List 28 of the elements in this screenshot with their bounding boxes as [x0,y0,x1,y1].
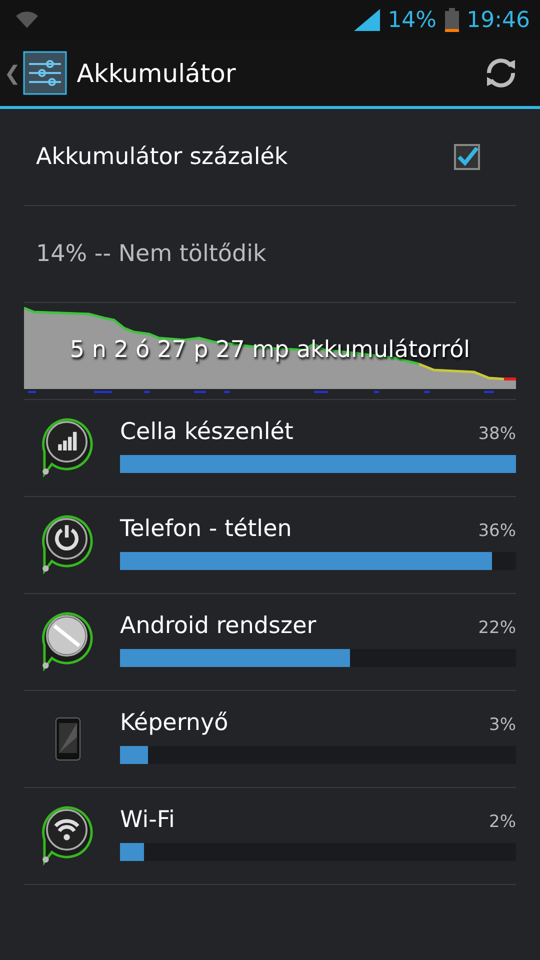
wifi-unknown-icon [16,11,38,29]
app-name: Android rendszer [120,613,316,639]
usage-row[interactable]: Wi-Fi 2% [24,788,516,885]
battery-icon [444,8,459,32]
usage-row[interactable]: Képernyő 3% [24,691,516,788]
settings-sliders-icon[interactable] [22,51,67,95]
usage-row[interactable]: Android rendszer 22% [24,594,516,691]
usage-percent: 3% [489,715,516,735]
usage-percent: 2% [489,812,516,832]
battery-percent: 14% [388,8,437,32]
usage-row[interactable]: Telefon - tétlen 36% [24,497,516,594]
app-name: Képernyő [120,710,228,736]
app-name: Telefon - tétlen [120,516,292,542]
signal-icon [354,9,380,31]
screen-title: Akkumulátor [76,58,237,88]
checkbox[interactable] [454,144,480,170]
back-caret[interactable]: ❮ [4,61,21,85]
app-name: Cella készenlét [120,419,294,445]
refresh-icon[interactable] [484,56,518,90]
usage-percent: 38% [478,424,516,444]
usage-percent: 22% [478,618,516,638]
phone-icon [55,717,81,761]
usage-percent: 36% [478,521,516,541]
usage-row[interactable]: Cella készenlét 38% [24,400,516,497]
charging-status: 14% -- Nem töltődik [36,241,266,267]
clock: 19:46 [466,8,530,32]
app-name: Wi-Fi [120,807,175,833]
setting-label: Akkumulátor százalék [36,144,289,170]
